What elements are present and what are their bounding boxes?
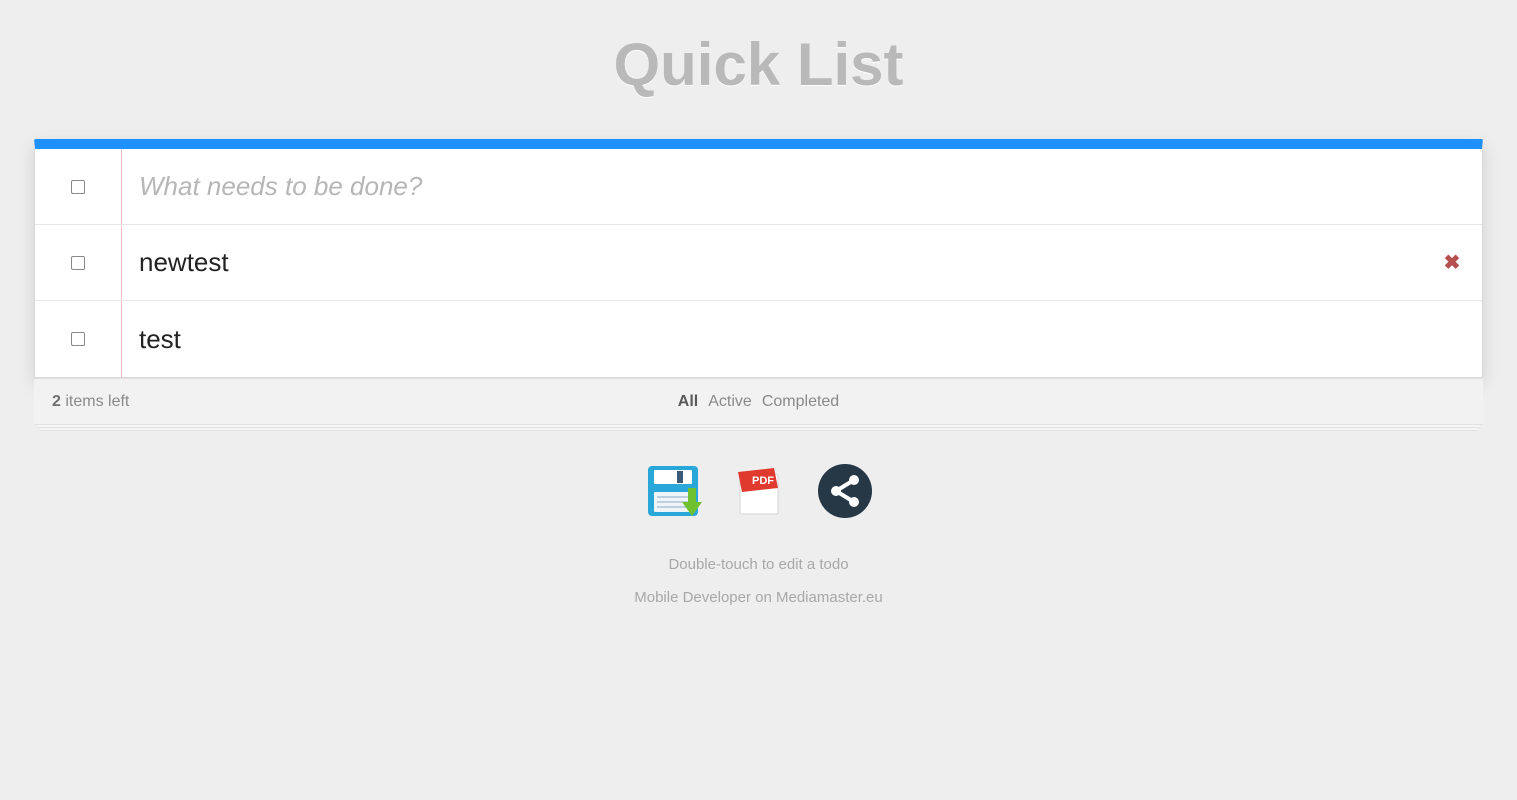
- save-button[interactable]: [644, 462, 702, 520]
- toggle-all-wrap: [35, 180, 121, 194]
- hint-credit: Mobile Developer on Mediamaster.eu: [0, 581, 1517, 614]
- margin-ruler: [121, 301, 122, 377]
- items-left-number: 2: [52, 393, 61, 410]
- filter-all[interactable]: All: [678, 393, 698, 411]
- todo-card: newtest ✖ test ✖: [34, 139, 1483, 378]
- margin-ruler: [121, 149, 122, 224]
- todo-row: test ✖: [35, 301, 1482, 377]
- action-bar: PDF: [0, 462, 1517, 520]
- filter-completed[interactable]: Completed: [762, 393, 839, 411]
- todo-checkbox[interactable]: [71, 256, 85, 270]
- new-todo-input[interactable]: [121, 171, 1482, 202]
- items-left-count: 2 items left: [52, 393, 129, 411]
- share-button[interactable]: [816, 462, 874, 520]
- filter-active[interactable]: Active: [708, 393, 752, 411]
- floppy-save-icon: [644, 462, 702, 520]
- app-title: Quick List: [0, 0, 1517, 139]
- new-todo-row: [35, 149, 1482, 225]
- toggle-wrap: [35, 256, 121, 270]
- card-footer: 2 items left All Active Completed: [34, 378, 1483, 424]
- todo-checkbox[interactable]: [71, 332, 85, 346]
- todo-row: newtest ✖: [35, 225, 1482, 301]
- toggle-all-checkbox[interactable]: [71, 180, 85, 194]
- items-left-suffix: items left: [61, 393, 129, 410]
- credit-link[interactable]: Mediamaster.eu: [776, 589, 883, 606]
- share-icon: [816, 462, 874, 520]
- delete-button[interactable]: ✖: [1422, 250, 1482, 275]
- toggle-wrap: [35, 332, 121, 346]
- todo-label[interactable]: test: [121, 324, 1422, 355]
- hint-credit-prefix: Mobile Developer on: [634, 589, 776, 606]
- export-pdf-button[interactable]: PDF: [730, 462, 788, 520]
- hint-edit: Double-touch to edit a todo: [0, 548, 1517, 581]
- margin-ruler: [121, 225, 122, 300]
- pdf-icon: PDF: [730, 462, 788, 520]
- filter-list: All Active Completed: [678, 393, 839, 411]
- svg-text:PDF: PDF: [752, 475, 774, 487]
- close-icon: ✖: [1444, 250, 1461, 275]
- hints: Double-touch to edit a todo Mobile Devel…: [0, 548, 1517, 614]
- todo-label[interactable]: newtest: [121, 247, 1422, 278]
